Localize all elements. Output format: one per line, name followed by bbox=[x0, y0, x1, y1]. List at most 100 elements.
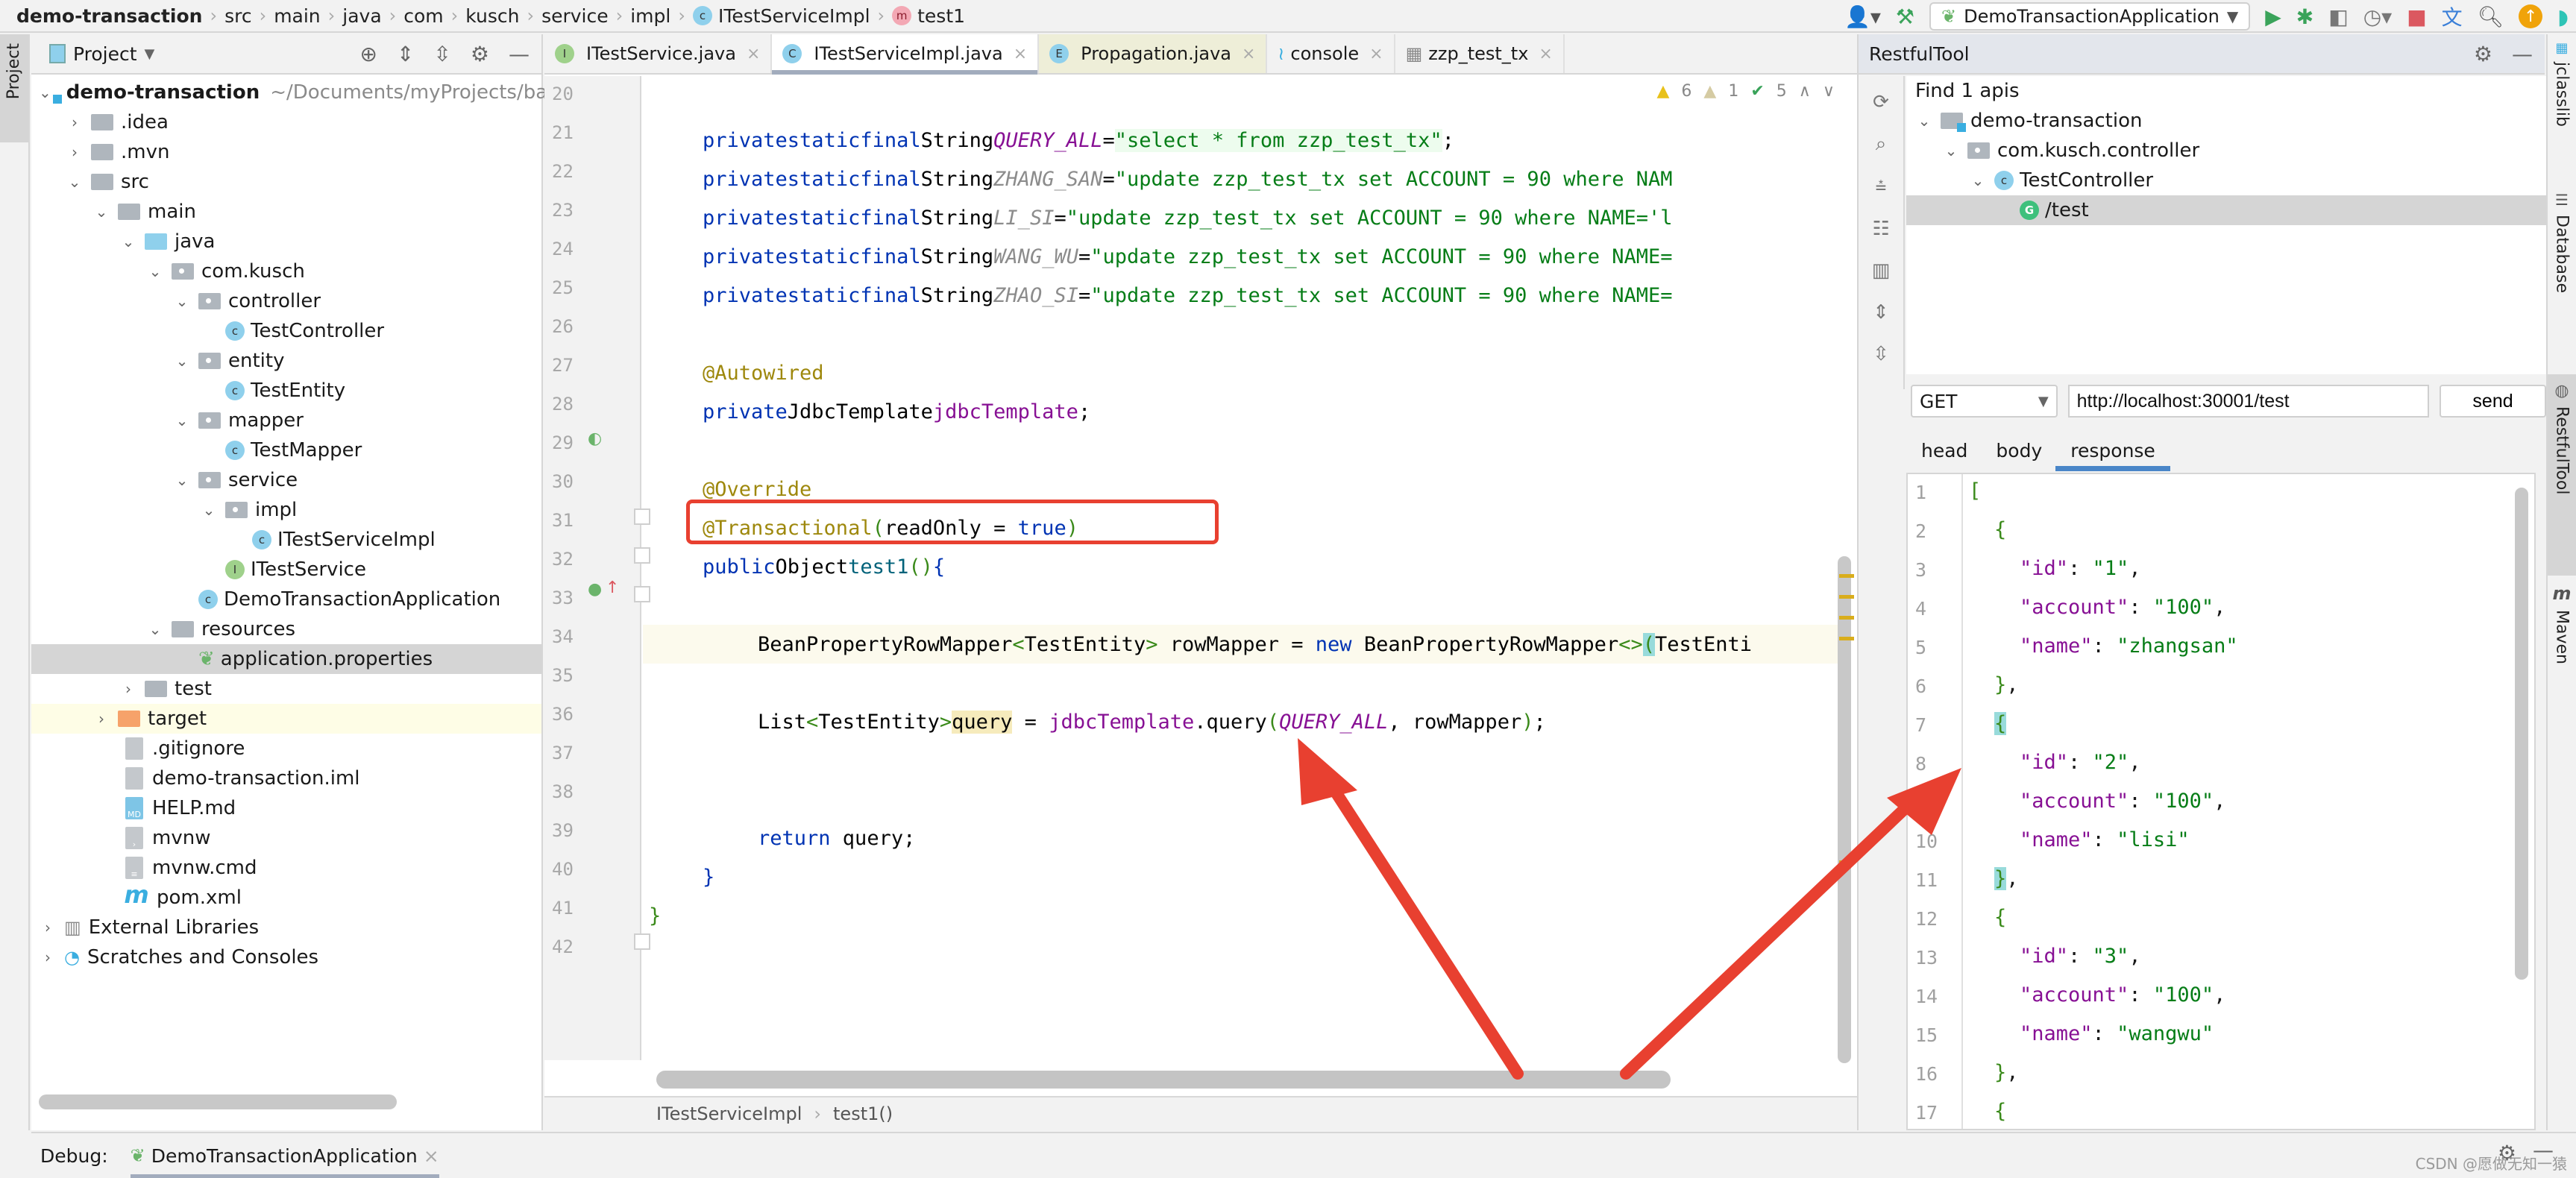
jclasslib-tool-tab[interactable]: ▦ jclasslib bbox=[2548, 40, 2576, 182]
close-icon[interactable]: × bbox=[424, 1145, 439, 1167]
stop-icon[interactable]: ■ bbox=[2407, 4, 2426, 29]
locate-icon[interactable]: ⊕ bbox=[359, 42, 377, 66]
expand-all-icon[interactable]: ⇕ bbox=[397, 42, 414, 66]
search-icon[interactable]: ⌕ bbox=[1876, 133, 1887, 156]
close-icon[interactable]: × bbox=[1242, 45, 1255, 63]
api-tree-item[interactable]: ⌄ demo-transaction bbox=[1906, 106, 2546, 136]
tree-item[interactable]: ⌄ java bbox=[31, 227, 541, 256]
tree-item[interactable]: c TestMapper bbox=[31, 435, 541, 465]
tree-item[interactable]: › target bbox=[31, 704, 541, 734]
debug-session-tab[interactable]: ❦ DemoTransactionApplication × bbox=[130, 1133, 439, 1178]
tree-item[interactable]: ⌄ com.kusch bbox=[31, 256, 541, 286]
crumb-src[interactable]: src bbox=[224, 5, 252, 27]
close-icon[interactable]: × bbox=[1539, 45, 1552, 63]
translate-icon[interactable]: 文 bbox=[2442, 1, 2463, 31]
minimize-icon[interactable]: — bbox=[2512, 42, 2533, 66]
tree-item[interactable]: ⌄ src bbox=[31, 167, 541, 197]
project-panel-title[interactable]: Project bbox=[73, 43, 137, 65]
tree-item[interactable]: ⌄ mapper bbox=[31, 406, 541, 435]
crumb-method[interactable]: m test1 bbox=[892, 5, 965, 27]
tab-response[interactable]: response bbox=[2055, 429, 2170, 471]
tree-item[interactable]: › .mvn bbox=[31, 137, 541, 167]
tab-propagation[interactable]: E Propagation.java × bbox=[1039, 34, 1268, 73]
tree-item[interactable]: m pom.xml bbox=[31, 881, 541, 913]
coverage-icon[interactable]: ◧ bbox=[2328, 4, 2348, 29]
tab-body[interactable]: body bbox=[1996, 429, 2042, 471]
send-button[interactable]: send bbox=[2440, 385, 2546, 418]
run-icon[interactable]: ▶ bbox=[2265, 4, 2281, 29]
tab-head[interactable]: head bbox=[1921, 429, 1967, 471]
editor-crumb-class[interactable]: ITestServiceImpl bbox=[656, 1103, 802, 1124]
build-hammer-icon[interactable]: ⚒ bbox=[1896, 4, 1914, 29]
editor-vertical-scrollbar[interactable] bbox=[1838, 556, 1851, 1063]
tree-item[interactable]: › test bbox=[31, 674, 541, 704]
tree-item[interactable]: demo-transaction.iml bbox=[31, 763, 541, 793]
api-tree-item[interactable]: ⌄ com.kusch.controller bbox=[1906, 136, 2546, 166]
crumb-main[interactable]: main bbox=[274, 5, 320, 27]
tree-item[interactable]: ⌄ main bbox=[31, 197, 541, 227]
code-area[interactable]: private static final String QUERY_ALL = … bbox=[643, 76, 1844, 1060]
tree-item[interactable]: ⌄ demo-transaction ~/Documents/myProjects/… bbox=[31, 78, 547, 107]
crumb-com[interactable]: com bbox=[403, 5, 443, 27]
crumb-kusch[interactable]: kusch bbox=[465, 5, 519, 27]
crumb-class[interactable]: c ITestServiceImpl bbox=[692, 5, 870, 27]
collapse-all-icon[interactable]: ⇳ bbox=[1873, 343, 1889, 365]
tree-item[interactable]: ⌄ resources bbox=[31, 614, 541, 644]
tree-item[interactable]: › ◔ Scratches and Consoles bbox=[31, 942, 541, 972]
api-endpoint-item[interactable]: G/test bbox=[1906, 195, 2546, 225]
collapse-all-icon[interactable]: ⇳ bbox=[433, 42, 450, 66]
run-config-select[interactable]: ❦ DemoTransactionApplication ▼ bbox=[1929, 2, 2251, 31]
tree-item[interactable]: ⌄ service bbox=[31, 465, 541, 495]
implements-method-icon[interactable]: ● bbox=[588, 580, 602, 599]
close-icon[interactable]: × bbox=[747, 45, 760, 63]
autowired-bean-icon[interactable]: ◐ bbox=[588, 429, 602, 448]
tree-item[interactable]: › .idea bbox=[31, 107, 541, 137]
user-icon[interactable]: 👤▾ bbox=[1844, 4, 1881, 29]
tree-item[interactable]: I ITestService bbox=[31, 555, 541, 585]
refresh-icon[interactable]: ⟳ bbox=[1873, 91, 1889, 113]
url-input[interactable] bbox=[2067, 385, 2430, 418]
minimize-icon[interactable]: — bbox=[509, 42, 530, 66]
crumb-service[interactable]: service bbox=[541, 5, 609, 27]
restfultool-tool-tab[interactable]: ◍ RestfulTool bbox=[2548, 374, 2576, 576]
profile-icon[interactable]: ◷▾ bbox=[2363, 4, 2393, 29]
override-arrow-icon[interactable]: ↑ bbox=[606, 579, 619, 597]
crumb-project[interactable]: demo-transaction bbox=[16, 5, 202, 27]
filter-icon[interactable]: ⩮ bbox=[1875, 175, 1886, 198]
plugin-logo-icon[interactable]: ◗ bbox=[2557, 4, 2569, 29]
tree-item[interactable]: c TestController bbox=[31, 316, 541, 346]
tree-item[interactable]: c TestEntity bbox=[31, 376, 541, 406]
project-tool-tab[interactable]: Project bbox=[0, 34, 28, 142]
close-icon[interactable]: × bbox=[1369, 45, 1383, 63]
crumb-java[interactable]: java bbox=[342, 5, 381, 27]
search-icon[interactable]: 🔍︎ bbox=[2478, 4, 2504, 29]
tab-itestserviceimpl[interactable]: C ITestServiceImpl.java × bbox=[772, 34, 1040, 75]
chevron-down-icon[interactable]: ▼ bbox=[145, 46, 155, 62]
tree-item[interactable]: c DemoTransactionApplication bbox=[31, 585, 541, 614]
editor-horizontal-scrollbar[interactable] bbox=[656, 1071, 1671, 1089]
tree-item[interactable]: › mvnw bbox=[31, 823, 541, 853]
tab-console[interactable]: ≀ console × bbox=[1267, 34, 1395, 73]
gear-icon[interactable]: ⚙ bbox=[2474, 42, 2492, 66]
crumb-impl[interactable]: impl bbox=[630, 5, 670, 27]
api-tree-item[interactable]: ⌄ c TestController bbox=[1906, 166, 2546, 195]
update-icon[interactable]: ↑ bbox=[2519, 4, 2543, 28]
tab-zzp-test-tx[interactable]: ▦ zzp_test_tx × bbox=[1395, 34, 1565, 73]
tree-item[interactable]: › ▥ External Libraries bbox=[31, 913, 541, 942]
debug-icon[interactable]: ✱ bbox=[2296, 4, 2313, 29]
response-viewer[interactable]: 1 2 3 4 5 6 7 8 9 10 11 12 13 14 15 16 17 [{"id": "1", "a… bbox=[1906, 473, 2536, 1130]
tree-item[interactable]: ⌄ controller bbox=[31, 286, 541, 316]
tree-item[interactable]: ⌄ entity bbox=[31, 346, 541, 376]
tree-item-selected[interactable]: ❦ application.properties bbox=[31, 644, 541, 674]
response-vertical-scrollbar[interactable] bbox=[2515, 488, 2528, 980]
tree-item[interactable]: .gitignore bbox=[31, 734, 541, 763]
close-icon[interactable]: × bbox=[1014, 45, 1027, 63]
expand-all-icon[interactable]: ⇕ bbox=[1873, 301, 1889, 324]
libraries-icon[interactable]: ▥ bbox=[1872, 259, 1891, 282]
tab-itestservice[interactable]: I ITestService.java × bbox=[544, 34, 773, 73]
editor-crumb-method[interactable]: test1() bbox=[833, 1103, 893, 1124]
tree-item[interactable]: ≡ mvnw.cmd bbox=[31, 853, 541, 883]
http-method-select[interactable]: GET ▼ bbox=[1911, 385, 2058, 418]
maven-tool-tab[interactable]: m Maven bbox=[2548, 583, 2576, 732]
gear-icon[interactable]: ⚙ bbox=[471, 42, 489, 66]
